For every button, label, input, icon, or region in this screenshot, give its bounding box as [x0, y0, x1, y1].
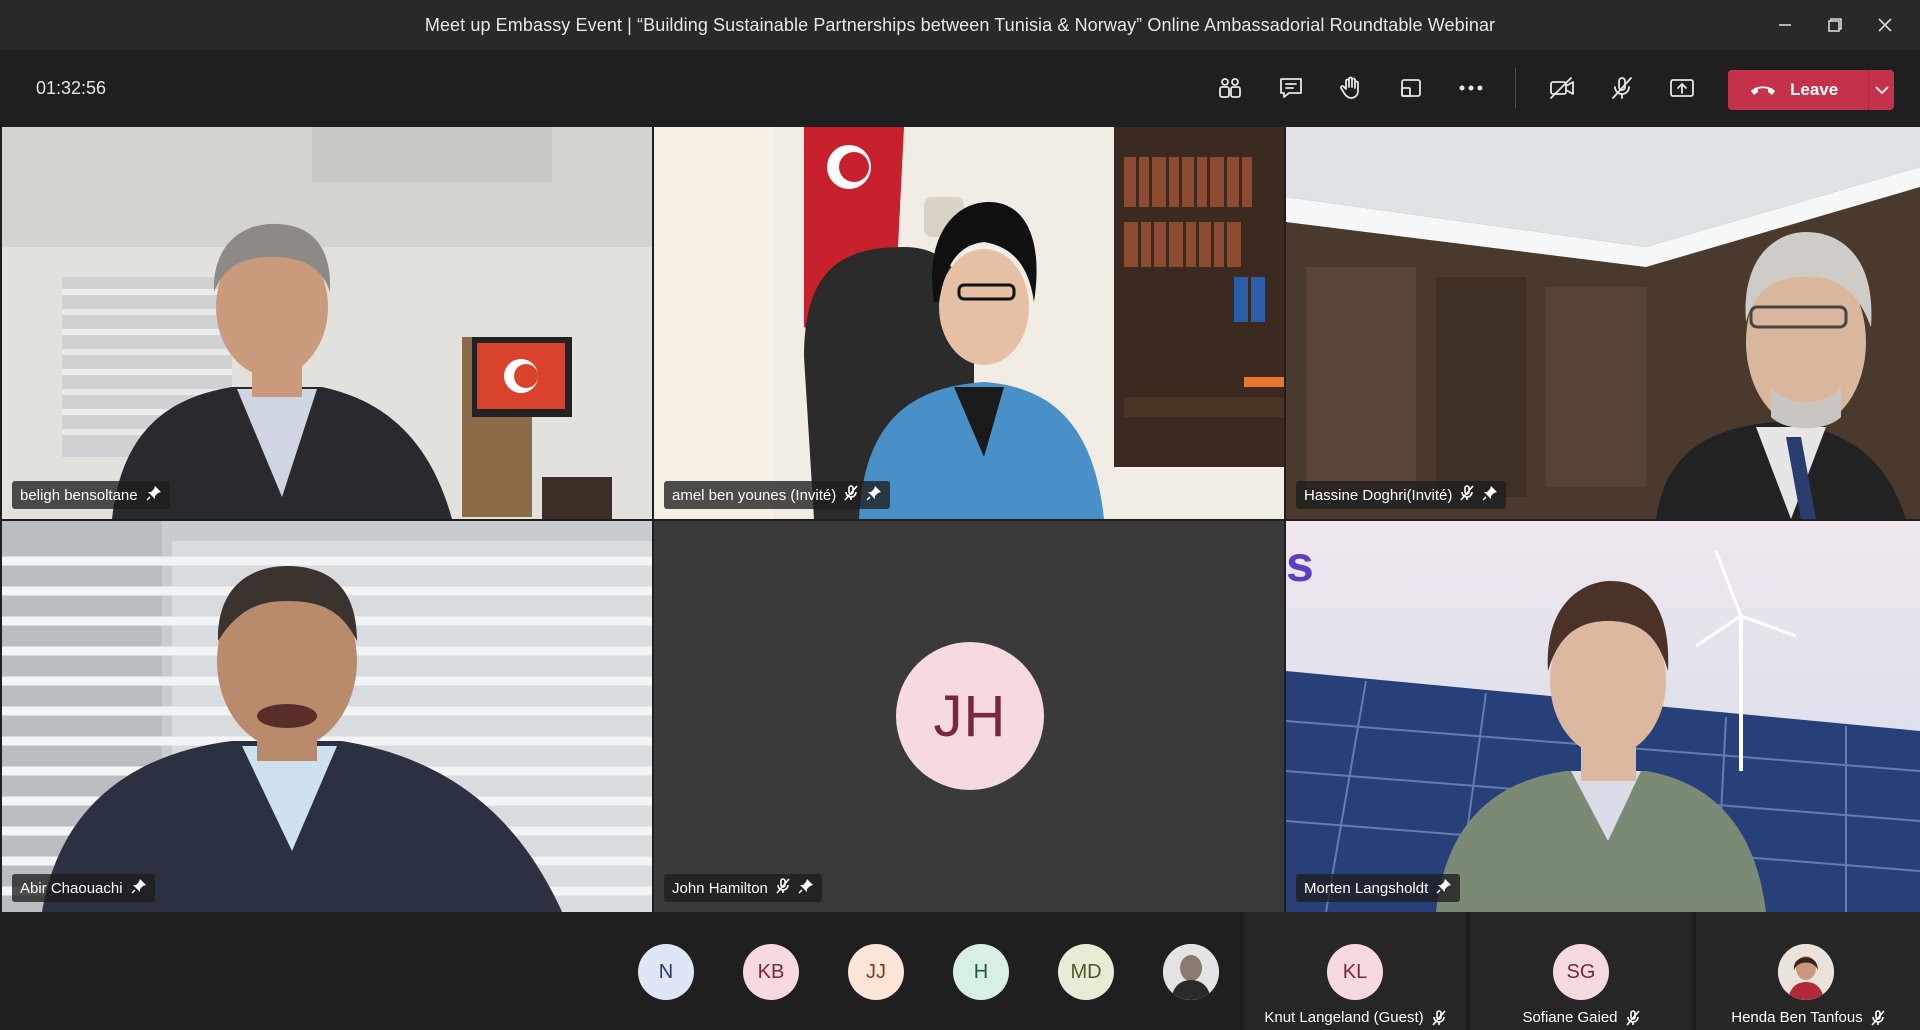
window-title: Meet up Embassy Event | “Building Sustai… [424, 14, 1496, 35]
avatar-initials: JJ [866, 960, 886, 983]
minimize-button[interactable] [1760, 0, 1810, 50]
participant-name-tag: Knut Langeland (Guest) [1244, 1009, 1466, 1026]
participant-video [1286, 127, 1920, 519]
participant-name: Henda Ben Tanfous [1731, 1009, 1863, 1026]
avatar-photo [1778, 944, 1834, 1000]
raise-hand-icon [1340, 76, 1359, 99]
pin-icon [1482, 485, 1498, 505]
more-options-icon [1459, 85, 1483, 91]
minimize-icon [1779, 24, 1791, 26]
leave-label: Leave [1790, 80, 1839, 99]
video-tile[interactable]: amel ben younes (Invité) [654, 127, 1284, 519]
share-screen-button[interactable] [1662, 68, 1702, 108]
maximize-button[interactable] [1810, 0, 1860, 50]
participant-video [654, 127, 1284, 519]
participants-icon [1219, 78, 1241, 98]
show-participants-button[interactable] [1210, 68, 1250, 108]
pin-icon [131, 878, 147, 898]
more-actions-button[interactable] [1451, 68, 1491, 108]
overflow-participant-avatar[interactable]: H [953, 944, 1009, 1000]
video-tile[interactable]: s Morten Langsholdt [1286, 521, 1920, 912]
participant-name-tag: Morten Langsholdt [1296, 874, 1461, 902]
meeting-toolbar: 01:32:56 Leave [0, 50, 1920, 125]
video-tile[interactable]: beligh bensoltane [2, 127, 652, 519]
avatar-initials: N [658, 960, 674, 983]
mic-off-icon [1612, 77, 1632, 99]
mic-off-icon [1625, 1009, 1640, 1026]
video-tile[interactable]: JH John Hamilton [654, 521, 1284, 912]
overflow-participant-avatar[interactable]: N [638, 944, 694, 1000]
overflow-participant-avatar[interactable]: JJ [848, 944, 904, 1000]
avatar-initials: KB [757, 960, 785, 983]
overflow-participant-avatar[interactable]: MD [1058, 944, 1114, 1000]
camera-off-icon [1550, 77, 1574, 99]
participant-mini-tile[interactable]: KL Knut Langeland (Guest) [1244, 912, 1466, 1030]
participant-name: Sofiane Gaied [1522, 1009, 1618, 1026]
overflow-participant-avatar[interactable]: KB [743, 944, 799, 1000]
pin-icon [1436, 878, 1452, 898]
participant-name-tag: beligh bensoltane [12, 481, 170, 509]
participant-name-tag: Henda Ben Tanfous [1696, 1009, 1920, 1026]
mic-off-icon [1871, 1009, 1885, 1026]
avatar-initials: SG [1566, 960, 1596, 983]
avatar-initials: MD [1070, 960, 1102, 983]
participant-avatar [1778, 944, 1834, 1000]
participant-name-tag: Abir Chaouachi [12, 874, 155, 902]
avatar-initials: KL [1342, 960, 1368, 983]
share-screen-icon [1670, 79, 1694, 97]
mic-off-icon [1460, 485, 1474, 505]
participant-name: Morten Langsholdt [1304, 879, 1429, 897]
participant-name-tag: Hassine Doghri(Invité) [1296, 481, 1507, 509]
avatar-photo [1163, 944, 1219, 1000]
camera-toggle-button[interactable] [1542, 68, 1582, 108]
participant-name-tag: Sofiane Gaied [1470, 1009, 1692, 1026]
participant-mini-tile[interactable]: Henda Ben Tanfous [1696, 912, 1920, 1030]
pin-icon [798, 878, 814, 898]
leave-options-button[interactable] [1869, 70, 1894, 110]
call-timer: 01:32:56 [36, 78, 107, 98]
participant-video [2, 521, 652, 912]
toolbar-divider [1515, 68, 1516, 108]
participant-name: amel ben younes (Invité) [672, 486, 837, 504]
share-tray-icon [1401, 79, 1421, 97]
show-chat-button[interactable] [1271, 68, 1311, 108]
chat-icon [1280, 78, 1302, 98]
participant-name: beligh bensoltane [20, 486, 138, 504]
participant-video [2, 127, 652, 519]
close-icon [1878, 18, 1892, 32]
share-tray-button[interactable] [1391, 68, 1431, 108]
participant-avatar: SG [1553, 944, 1609, 1000]
participant-name-tag: John Hamilton [664, 874, 822, 902]
title-bar: Meet up Embassy Event | “Building Sustai… [0, 0, 1920, 50]
mic-toggle-button[interactable] [1602, 68, 1642, 108]
mic-off-icon [844, 485, 858, 505]
mic-off-icon [776, 878, 790, 898]
hang-up-icon [1751, 86, 1775, 95]
participant-avatar: KL [1327, 944, 1383, 1000]
participant-name: Knut Langeland (Guest) [1264, 1009, 1424, 1026]
mic-off-icon [1432, 1009, 1446, 1026]
overflow-participant-avatar[interactable] [1163, 944, 1219, 1000]
restore-icon [1828, 18, 1842, 32]
participant-avatar: JH [896, 642, 1044, 790]
pin-icon [866, 485, 882, 505]
chevron-down-icon [1874, 86, 1889, 95]
participant-name-tag: amel ben younes (Invité) [664, 481, 891, 509]
raise-hand-button[interactable] [1331, 68, 1371, 108]
video-tile[interactable]: Abir Chaouachi [2, 521, 652, 912]
avatar-initials: H [973, 960, 989, 983]
participant-mini-tile[interactable]: SG Sofiane Gaied [1470, 912, 1692, 1030]
participant-name: Hassine Doghri(Invité) [1304, 486, 1453, 504]
svg-text:s: s [1286, 536, 1314, 592]
close-button[interactable] [1860, 0, 1910, 50]
leave-button[interactable]: Leave [1728, 70, 1868, 110]
video-tile[interactable]: Hassine Doghri(Invité) [1286, 127, 1920, 519]
pin-icon [146, 485, 162, 505]
participant-name: John Hamilton [672, 879, 768, 897]
leave-call-group: Leave [1728, 70, 1894, 110]
participant-video: s [1286, 521, 1920, 912]
participant-name: Abir Chaouachi [20, 879, 123, 897]
